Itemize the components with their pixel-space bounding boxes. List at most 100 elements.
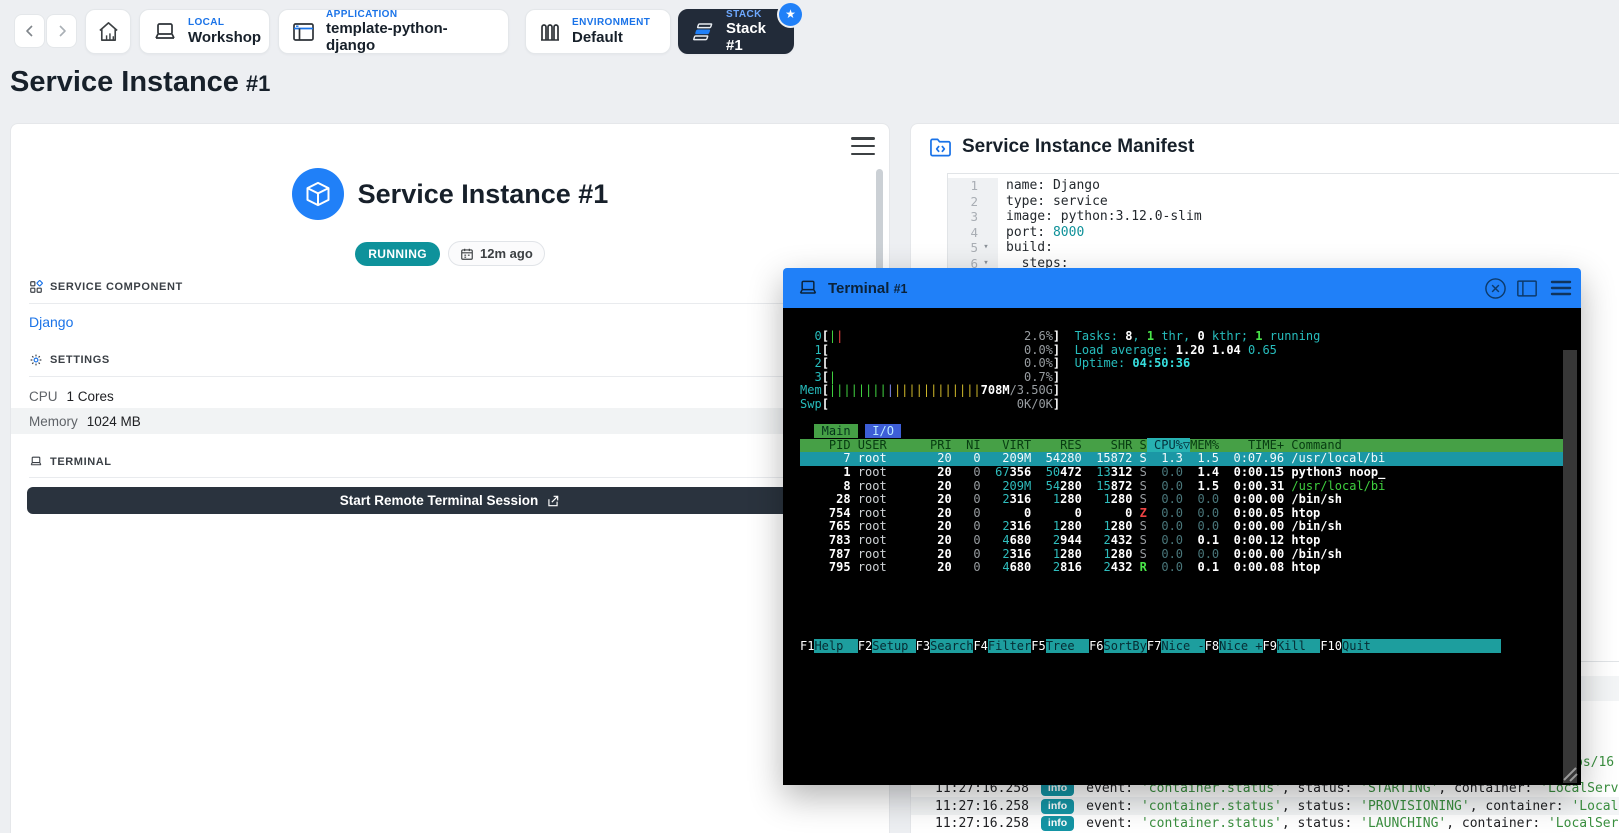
text-segment: 0	[1081, 505, 1133, 520]
htop-process-row: 795 root 20 0 4680 2816 2432 R 0.0 0.1 0…	[800, 560, 1563, 575]
component-link-django[interactable]: Django	[29, 314, 73, 330]
text-segment: 2	[1081, 532, 1111, 547]
panel-layout-button[interactable]	[1515, 276, 1539, 300]
text-segment	[836, 370, 1024, 384]
log-message: event: 'container.status', status: 'LAUN…	[1086, 816, 1619, 831]
text-segment: F10	[1320, 639, 1342, 653]
text-segment: 1	[1031, 546, 1061, 561]
text-segment: 1	[1031, 492, 1061, 507]
log-timestamp: 11:27:16.258	[935, 798, 1029, 814]
terminal-title: Terminal #1	[828, 279, 908, 297]
terminal-titlebar[interactable]: Terminal #1	[783, 268, 1581, 308]
text-segment: 13	[1081, 464, 1111, 479]
text-segment: 0.0	[1146, 560, 1184, 575]
text-segment: [	[821, 356, 829, 371]
text-segment: 'LAUNCHING'	[1360, 815, 1447, 831]
htop-meter-line: Mem[|||||||||||||||||||||708M/3.50G]	[800, 384, 1563, 398]
line-number: 2	[970, 193, 978, 209]
breadcrumb-name: Workshop	[188, 28, 262, 46]
text-segment: thr,	[1154, 329, 1198, 343]
laptop-icon	[152, 20, 178, 44]
text-segment: 0	[980, 505, 1032, 520]
text-segment: Help	[814, 639, 858, 653]
text-segment: 54	[1031, 478, 1061, 493]
text-segment: 2	[980, 492, 1010, 507]
text-segment: ]	[1052, 369, 1061, 384]
text-segment: kthr;	[1204, 329, 1256, 343]
text-segment: 2	[1031, 532, 1061, 547]
close-button[interactable]	[1483, 276, 1507, 300]
log-row: 11:27:16.258 info event: 'container.status…	[911, 797, 1619, 815]
text-segment: 0.65	[1248, 342, 1277, 357]
text-segment: F6	[1089, 639, 1104, 653]
text-segment: S	[1132, 492, 1147, 507]
htop-meter-line: 0[|| 2.6%] Tasks: 8, 1 thr, 0 kthr; 1 ru…	[800, 329, 1563, 344]
manifest-title: Service Instance Manifest	[962, 136, 1195, 157]
text-segment: SortBy	[1103, 639, 1147, 653]
text-segment: Z	[1132, 505, 1147, 520]
text-segment: root	[857, 546, 923, 561]
text-segment: Main	[814, 424, 858, 439]
text-segment: 1.4	[1190, 464, 1220, 479]
card-menu-button[interactable]	[851, 137, 875, 155]
resize-handle-icon[interactable]	[1556, 760, 1578, 782]
text-segment: 0	[951, 519, 981, 534]
text-segment: 20	[922, 505, 952, 520]
text-segment	[829, 356, 1024, 370]
text-segment: S	[1132, 464, 1147, 479]
code-line: 3 image: python:3.12.0-slim	[948, 209, 1619, 225]
cpu-value: 1 Cores	[66, 388, 114, 404]
line-number: 4	[970, 224, 978, 240]
text-segment: 0:00.15	[1219, 464, 1285, 479]
nav-forward-button[interactable]	[46, 14, 77, 48]
text-segment: 4	[980, 560, 1010, 575]
text-segment: 8	[800, 478, 851, 493]
text-segment: 15	[1081, 478, 1111, 493]
text-segment: 0.7%	[1024, 369, 1053, 384]
text-segment: 0:00.00	[1219, 546, 1285, 561]
text-segment: S	[1132, 546, 1147, 561]
text-segment: 0	[1031, 505, 1082, 520]
htop-tabs: Main I/O	[800, 424, 1563, 439]
text-segment: type: service	[1006, 193, 1108, 209]
text-segment: 0.0	[1146, 519, 1184, 534]
start-terminal-button[interactable]: Start Remote Terminal Session	[27, 487, 873, 514]
text-segment: 280	[1060, 519, 1082, 534]
terminal-screen[interactable]: 0[|| 2.6%] Tasks: 8, 1 thr, 0 kthr; 1 ru…	[783, 308, 1581, 785]
breadcrumb-environment[interactable]: ENVIRONMENT Default	[525, 9, 671, 54]
text-segment: 316	[1009, 492, 1032, 507]
text-segment	[829, 343, 1024, 357]
text-segment: 0.0	[1146, 505, 1183, 520]
home-button[interactable]	[85, 9, 131, 54]
text-segment: 0.0	[1146, 492, 1184, 507]
log-level-badge: info	[1040, 798, 1075, 814]
text-segment: 0K/0K	[1016, 396, 1053, 411]
text-segment: 0	[951, 464, 981, 479]
text-segment	[851, 533, 858, 547]
text-segment: F8	[1204, 639, 1220, 653]
terminal-menu-button[interactable]	[1549, 276, 1573, 300]
breadcrumb-local[interactable]: LOCAL Workshop	[139, 9, 270, 54]
htop-process-row: 8 root 20 0 209M 54280 15872 S 0.0 1.5 0…	[800, 478, 1563, 494]
text-segment: F9	[1262, 639, 1277, 653]
text-segment: [	[821, 369, 829, 384]
fold-arrow-icon[interactable]: ▾	[978, 240, 994, 256]
text-segment: 816	[1060, 560, 1082, 575]
terminal-scrollbar[interactable]	[1563, 350, 1577, 783]
service-instance-card: Service Instance #1 RUNNING 12m ago SERV…	[10, 123, 890, 833]
text-segment: 8000	[1052, 224, 1085, 240]
text-segment: S	[1132, 532, 1147, 547]
nav-back-button[interactable]	[14, 14, 45, 48]
breadcrumb-kind: STACK	[726, 8, 762, 20]
text-segment: Setup	[872, 639, 916, 653]
breadcrumb-kind: APPLICATION	[326, 8, 398, 20]
breadcrumb-stack[interactable]: STACK Stack #1 ★	[678, 3, 802, 54]
text-segment: 280	[1110, 519, 1133, 534]
star-badge-icon: ★	[779, 3, 802, 26]
text-segment: 1	[1081, 546, 1111, 561]
text-segment: PID USER PRI NI VIRT RES SHR S	[800, 437, 1147, 452]
text-segment: Load average:	[1074, 342, 1176, 357]
chevron-left-icon	[24, 24, 36, 38]
text-segment	[851, 519, 858, 533]
breadcrumb-application[interactable]: APPLICATION template-python-django	[278, 9, 509, 54]
